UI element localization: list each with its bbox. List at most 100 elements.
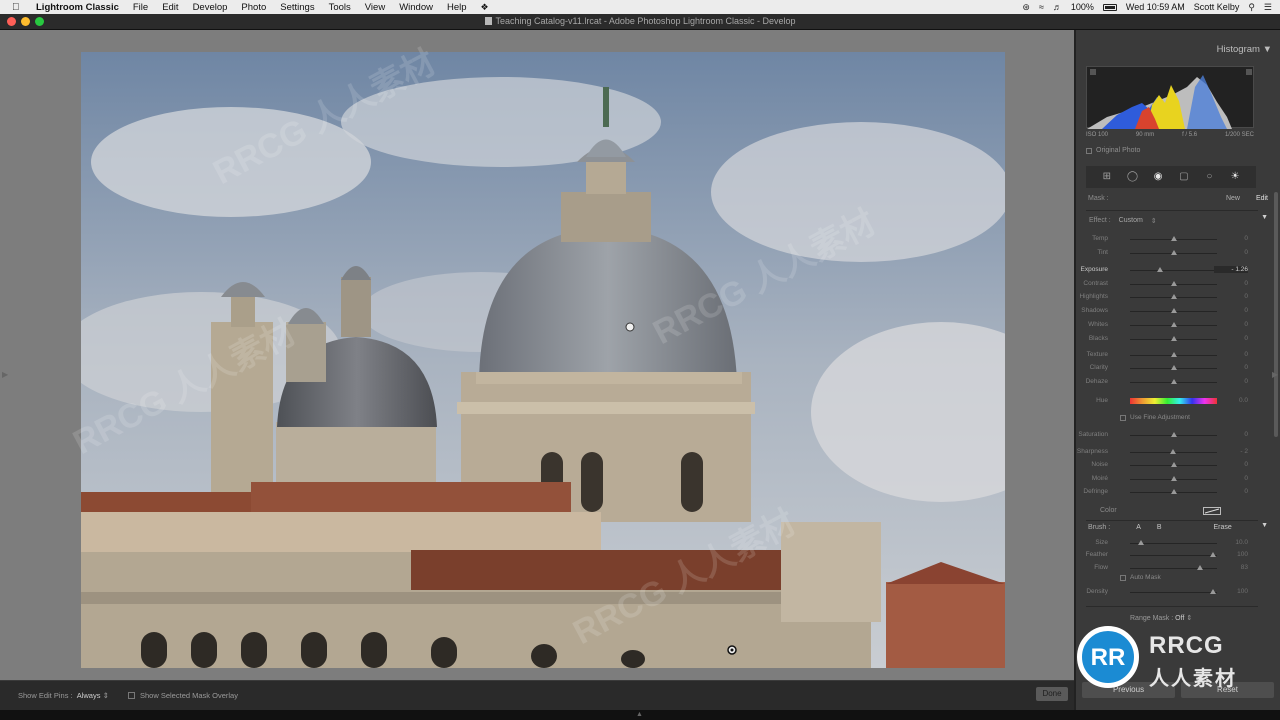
slider-value[interactable]: 0 — [1214, 431, 1248, 438]
dropdown-arrow-icon[interactable]: ⇕ — [1186, 615, 1192, 622]
list-icon[interactable]: ☰ — [1264, 2, 1272, 13]
right-panel-toggle-icon[interactable]: ▶ — [1272, 370, 1278, 379]
mask-edit-button[interactable]: Edit — [1256, 195, 1268, 202]
brush-a-button[interactable]: A — [1136, 524, 1141, 531]
slider-thumb[interactable] — [1169, 449, 1176, 454]
slider-temp[interactable]: Temp 0 — [1076, 234, 1266, 245]
adjustment-brush-tool-icon[interactable]: ☀ — [1229, 171, 1241, 183]
menu-tools[interactable]: Tools — [329, 2, 351, 13]
histogram-header[interactable]: Histogram ▼ — [1076, 44, 1272, 55]
color-swatch[interactable] — [1203, 507, 1221, 515]
slider-value[interactable]: 0 — [1214, 351, 1248, 358]
slider-sharpness[interactable]: Sharpness - 2 — [1076, 447, 1266, 458]
slider-feather[interactable]: Feather 100 — [1076, 550, 1266, 561]
slider-value[interactable]: 10.0 — [1214, 539, 1248, 546]
brush-collapse-triangle-icon[interactable]: ▼ — [1261, 522, 1268, 529]
battery-icon[interactable] — [1102, 3, 1117, 11]
slider-value[interactable]: 83 — [1214, 564, 1248, 571]
photo-canvas[interactable] — [81, 52, 1005, 668]
slider-thumb[interactable] — [1170, 475, 1177, 481]
slider-value[interactable]: 0 — [1214, 280, 1248, 287]
slider-thumb[interactable] — [1157, 267, 1164, 272]
slider-contrast[interactable]: Contrast 0 — [1076, 279, 1266, 290]
slider-noise[interactable]: Noise 0 — [1076, 460, 1266, 471]
slider-value[interactable]: 0 — [1214, 475, 1248, 482]
effect-dropdown[interactable]: Custom — [1119, 217, 1143, 225]
menu-file[interactable]: File — [133, 2, 148, 13]
graduated-filter-tool-icon[interactable]: ▢ — [1178, 171, 1190, 183]
slider-exposure[interactable]: Exposure - 1.26 — [1076, 265, 1266, 276]
range-mask-row[interactable]: Range Mask : Off ⇕ — [1130, 614, 1192, 622]
slider-thumb[interactable] — [1170, 249, 1177, 255]
slider-thumb[interactable] — [1170, 432, 1177, 437]
slider-hue[interactable]: Hue 0.0 — [1076, 396, 1266, 407]
slider-value[interactable]: 0.0 — [1214, 397, 1248, 404]
menu-view[interactable]: View — [365, 2, 385, 13]
slider-value[interactable]: - 2 — [1214, 448, 1248, 455]
slider-thumb[interactable] — [1170, 280, 1177, 286]
collapse-triangle-icon[interactable]: ▼ — [1263, 44, 1272, 55]
menu-clock[interactable]: Wed 10:59 AM — [1126, 2, 1185, 12]
slider-blacks[interactable]: Blacks 0 — [1076, 334, 1266, 345]
original-photo-checkbox[interactable] — [1086, 147, 1092, 154]
slider-texture[interactable]: Texture 0 — [1076, 350, 1266, 361]
slider-value[interactable]: 0 — [1214, 378, 1248, 385]
effect-row[interactable]: Effect : Custom ⇕ — [1089, 217, 1157, 225]
mask-new-button[interactable]: New — [1226, 195, 1240, 202]
spot-removal-tool-icon[interactable]: ◯ — [1126, 171, 1138, 183]
edit-pins-control[interactable]: Show Edit Pins : Always ⇕ — [18, 691, 109, 700]
slider-thumb[interactable] — [1170, 365, 1177, 371]
mask-overlay-checkbox[interactable] — [128, 692, 135, 699]
slider-thumb[interactable] — [1170, 321, 1177, 327]
slider-track[interactable] — [1130, 592, 1217, 593]
slider-thumb[interactable] — [1138, 540, 1145, 545]
histogram[interactable] — [1086, 66, 1254, 129]
menu-settings[interactable]: Settings — [280, 2, 314, 13]
radial-filter-tool-icon[interactable]: ○ — [1203, 171, 1215, 183]
slider-value[interactable]: 0 — [1214, 321, 1248, 328]
slider-value[interactable]: 0 — [1214, 235, 1248, 242]
slider-moir[interactable]: Moiré 0 — [1076, 474, 1266, 485]
brush-b-button[interactable]: B — [1157, 524, 1162, 531]
slider-thumb[interactable] — [1170, 352, 1177, 357]
slider-track[interactable] — [1130, 270, 1217, 271]
menu-edit[interactable]: Edit — [162, 2, 178, 13]
slider-dehaze[interactable]: Dehaze 0 — [1076, 377, 1266, 388]
auto-mask-checkbox[interactable] — [1120, 574, 1126, 581]
slider-thumb[interactable] — [1170, 236, 1177, 241]
menu-develop[interactable]: Develop — [193, 2, 228, 13]
dropdown-arrow-icon[interactable]: ⇕ — [103, 691, 109, 700]
slider-value[interactable]: 0 — [1214, 307, 1248, 314]
volume-icon[interactable]: ♬ — [1053, 2, 1062, 12]
menu-photo[interactable]: Photo — [241, 2, 266, 13]
slider-thumb[interactable] — [1170, 462, 1177, 468]
done-button[interactable]: Done — [1036, 687, 1068, 701]
slider-track[interactable] — [1130, 567, 1217, 569]
auto-mask-toggle[interactable]: Auto Mask — [1120, 574, 1161, 581]
slider-thumb[interactable] — [1170, 335, 1177, 341]
slider-density[interactable]: Density 100 — [1076, 587, 1266, 598]
red-eye-tool-icon[interactable]: ◉ — [1152, 171, 1164, 183]
slider-value[interactable]: 0 — [1214, 293, 1248, 300]
slider-thumb[interactable] — [1170, 308, 1177, 314]
slider-value[interactable]: 0 — [1214, 461, 1248, 468]
hue-spectrum[interactable] — [1130, 398, 1217, 404]
dropbox-icon[interactable]: ❖ — [481, 2, 489, 13]
slider-tint[interactable]: Tint 0 — [1076, 248, 1266, 259]
slider-clarity[interactable]: Clarity 0 — [1076, 363, 1266, 374]
effect-collapse-triangle-icon[interactable]: ▼ — [1261, 214, 1268, 221]
slider-defringe[interactable]: Defringe 0 — [1076, 487, 1266, 498]
slider-thumb[interactable] — [1196, 564, 1203, 570]
menu-window[interactable]: Window — [399, 2, 433, 13]
slider-shadows[interactable]: Shadows 0 — [1076, 306, 1266, 317]
slider-thumb[interactable] — [1170, 378, 1177, 384]
slider-whites[interactable]: Whites 0 — [1076, 320, 1266, 331]
slider-value[interactable]: 100 — [1214, 551, 1248, 558]
edit-pins-dropdown[interactable]: Always — [77, 691, 101, 700]
slider-value[interactable]: 100 — [1214, 588, 1248, 595]
search-icon[interactable]: ⚲ — [1248, 2, 1255, 13]
fine-adjustment-checkbox[interactable] — [1120, 414, 1126, 421]
menu-help[interactable]: Help — [447, 2, 467, 13]
slider-value[interactable]: 0 — [1214, 364, 1248, 371]
apple-icon[interactable]:  — [12, 2, 26, 13]
